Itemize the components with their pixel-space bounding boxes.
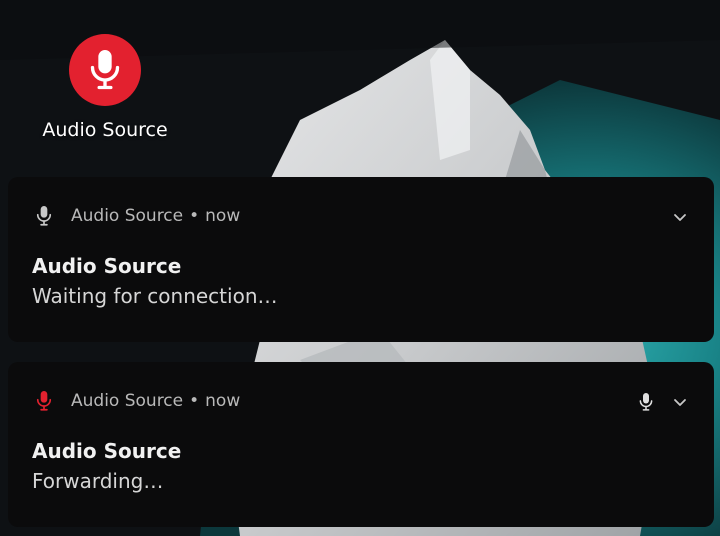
notification-text: Waiting for connection… [32,284,278,308]
chevron-down-icon [674,399,686,406]
app-shortcut-label: Audio Source [42,119,168,141]
notification-title: Audio Source [32,439,182,463]
microphone-icon [639,393,653,411]
microphone-action-button[interactable] [634,388,658,416]
notification-time: now [205,206,241,226]
notification-time: now [205,391,241,411]
audio-source-app-shortcut[interactable]: Audio Source [30,34,180,141]
notification-header: Audio Source • now [32,201,240,231]
notification-app-name: Audio Source [71,391,184,411]
expand-notification-button[interactable] [668,205,692,229]
notification-waiting[interactable]: Audio Source • now Audio Source Waiting … [8,177,714,342]
expand-notification-button[interactable] [668,390,692,414]
home-screen: Audio Source Audio Source • now Audio So… [0,0,720,536]
chevron-down-icon [674,214,686,221]
notification-app-name: Audio Source [71,206,184,226]
audio-source-app-icon[interactable] [69,34,141,106]
microphone-icon [32,203,56,229]
microphone-icon [32,388,56,414]
header-separator: • [189,391,200,411]
header-separator: • [189,206,200,226]
notification-forwarding[interactable]: Audio Source • now Audio Source Forwardi… [8,362,714,527]
notification-text: Forwarding… [32,469,164,493]
microphone-icon [90,50,120,90]
notification-header: Audio Source • now [32,386,240,416]
notification-title: Audio Source [32,254,182,278]
